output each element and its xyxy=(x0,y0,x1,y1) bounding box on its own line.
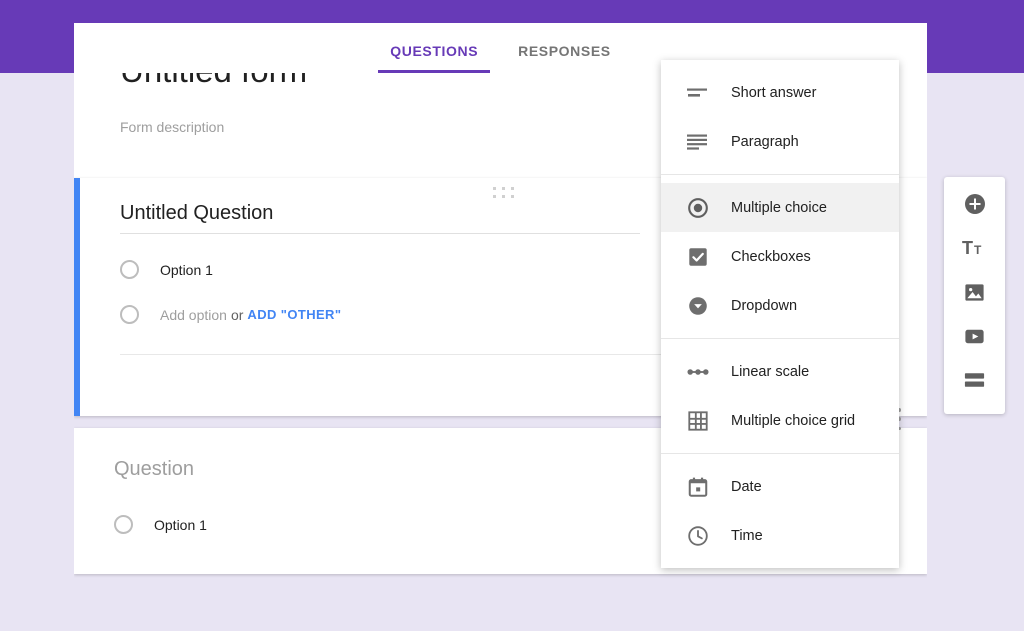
add-section-button[interactable] xyxy=(956,364,994,396)
add-circle-icon xyxy=(964,194,985,214)
menu-item-checkboxes[interactable]: Checkboxes xyxy=(661,232,899,281)
video-icon xyxy=(965,329,984,343)
question-title-input[interactable]: Question xyxy=(114,458,634,489)
radio-button-icon xyxy=(114,515,133,534)
drag-handle-icon[interactable] xyxy=(492,186,515,200)
clock-icon xyxy=(687,525,713,547)
insert-toolbar: T T xyxy=(944,177,1005,414)
menu-item-multiple-choice[interactable]: Multiple choice xyxy=(661,183,899,232)
svg-text:T: T xyxy=(974,243,982,257)
add-option-label[interactable]: Add option xyxy=(160,307,227,323)
menu-item-label: Paragraph xyxy=(731,133,799,150)
menu-item-label: Short answer xyxy=(731,84,817,101)
linear-scale-icon xyxy=(687,367,713,377)
checkbox-icon xyxy=(687,246,713,268)
option-label[interactable]: Option 1 xyxy=(154,517,207,533)
add-video-button[interactable] xyxy=(956,320,994,352)
paragraph-icon xyxy=(687,134,713,150)
form-title[interactable]: Untitled form xyxy=(120,73,307,91)
menu-item-label: Linear scale xyxy=(731,363,810,380)
calendar-icon xyxy=(687,476,713,498)
or-label: or xyxy=(230,306,244,323)
menu-group-datetime: Date Time xyxy=(661,453,899,568)
menu-item-label: Multiple choice xyxy=(731,199,827,216)
radio-button-icon xyxy=(120,305,139,324)
tab-responses[interactable]: RESPONSES xyxy=(498,43,631,73)
add-other-button[interactable]: ADD "OTHER" xyxy=(247,307,341,322)
section-icon xyxy=(964,373,985,387)
radio-button-icon xyxy=(120,260,139,279)
google-forms-editor: QUESTIONS RESPONSES Untitled form Form d… xyxy=(0,0,1024,631)
menu-group-text: Short answer Paragraph xyxy=(661,68,899,174)
question-title-input[interactable]: Untitled Question xyxy=(120,202,640,234)
add-image-button[interactable] xyxy=(956,276,994,308)
menu-item-time[interactable]: Time xyxy=(661,511,899,560)
tab-questions[interactable]: QUESTIONS xyxy=(370,43,498,73)
menu-item-label: Multiple choice grid xyxy=(731,412,856,429)
short-answer-icon xyxy=(687,87,713,99)
grid-icon xyxy=(687,410,713,432)
text-format-icon: T T xyxy=(962,238,982,258)
question-type-menu: Short answer Paragraph Multiple choice C… xyxy=(661,60,899,568)
menu-item-dropdown[interactable]: Dropdown xyxy=(661,281,899,330)
radio-button-icon xyxy=(687,197,713,219)
menu-item-label: Checkboxes xyxy=(731,248,811,265)
menu-item-short-answer[interactable]: Short answer xyxy=(661,68,899,117)
add-question-button[interactable] xyxy=(956,188,994,220)
option-label[interactable]: Option 1 xyxy=(160,262,213,278)
menu-item-linear-scale[interactable]: Linear scale xyxy=(661,347,899,396)
menu-item-date[interactable]: Date xyxy=(661,462,899,511)
dropdown-icon xyxy=(687,295,713,317)
menu-item-label: Time xyxy=(731,527,763,544)
image-icon xyxy=(965,283,984,301)
svg-text:T: T xyxy=(962,238,973,258)
menu-group-choice: Multiple choice Checkboxes Dropdown xyxy=(661,174,899,338)
menu-item-label: Dropdown xyxy=(731,297,798,314)
menu-item-multiple-choice-grid[interactable]: Multiple choice grid xyxy=(661,396,899,445)
menu-item-label: Date xyxy=(731,478,762,495)
form-description[interactable]: Form description xyxy=(120,119,224,135)
menu-item-paragraph[interactable]: Paragraph xyxy=(661,117,899,166)
menu-group-scale: Linear scale Multiple choice grid xyxy=(661,338,899,453)
add-title-button[interactable]: T T xyxy=(956,232,994,264)
